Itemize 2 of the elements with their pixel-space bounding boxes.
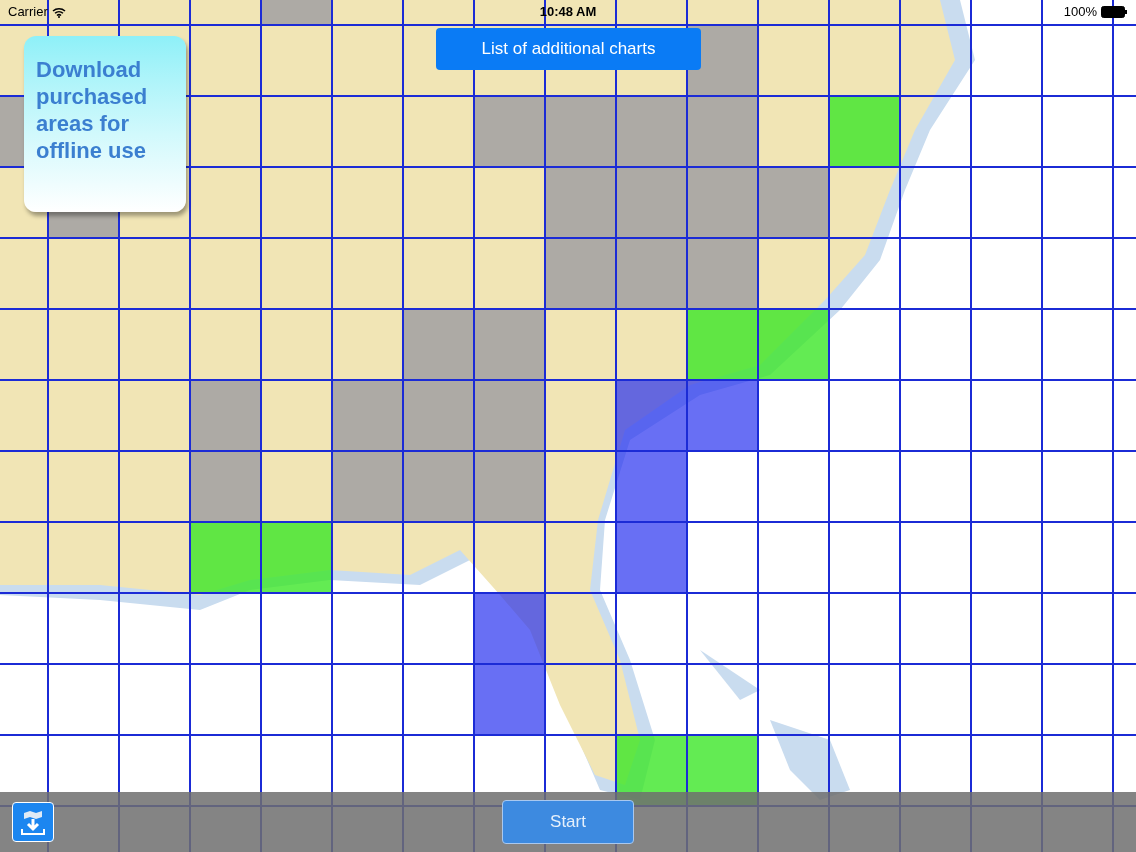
offline-hint-tooltip: Download purchased areas for offline use [24, 36, 186, 212]
battery-percentage: 100% [1063, 3, 1097, 22]
